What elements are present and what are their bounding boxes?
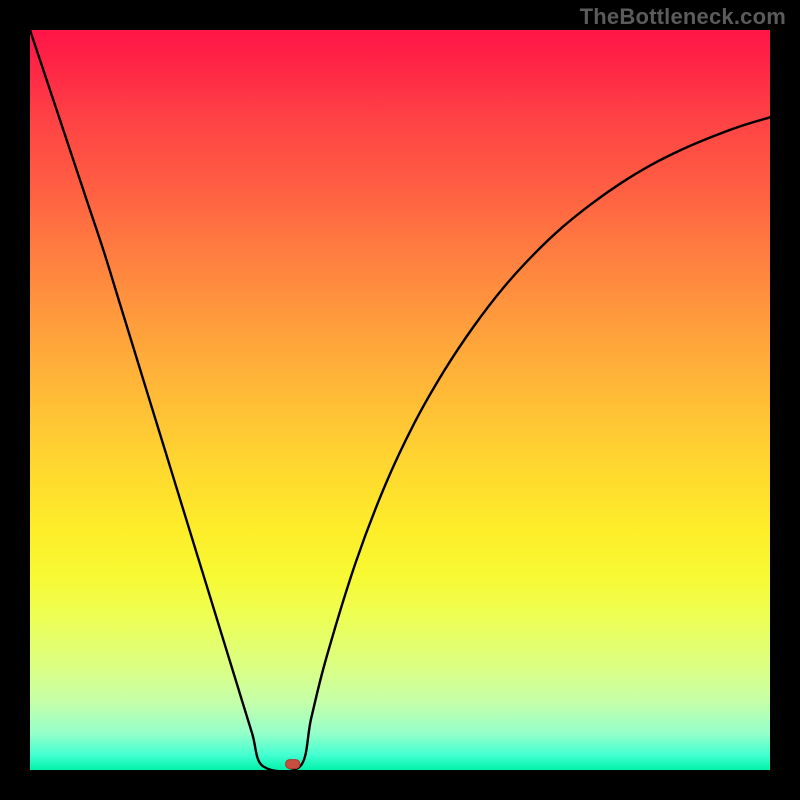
plot-area bbox=[30, 30, 770, 770]
watermark-text: TheBottleneck.com bbox=[580, 4, 786, 30]
bottleneck-curve bbox=[30, 30, 770, 771]
chart-svg bbox=[30, 30, 770, 770]
minimum-marker bbox=[286, 760, 300, 769]
chart-frame: TheBottleneck.com bbox=[0, 0, 800, 800]
